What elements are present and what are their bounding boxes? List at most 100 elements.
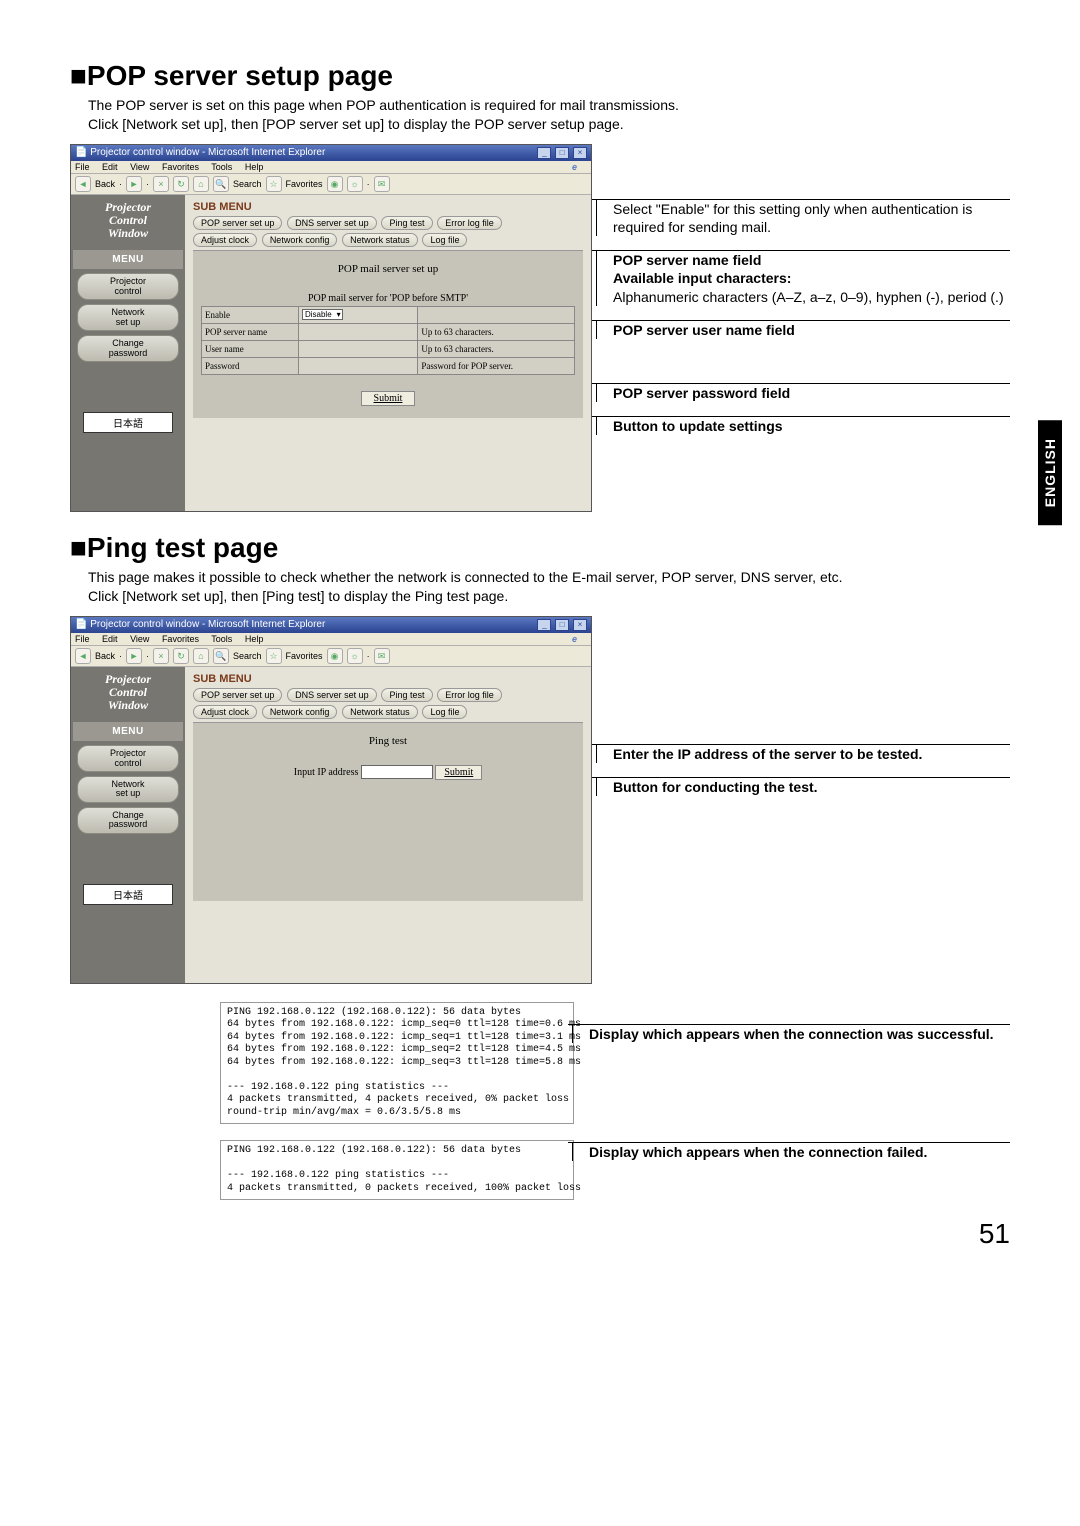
- window-controls: _ □ ×: [536, 619, 587, 631]
- content-area: SUB MENU POP server set up DNS server se…: [185, 195, 591, 511]
- tab-error-log[interactable]: Error log file: [437, 688, 502, 702]
- table-row: User name Up to 63 characters.: [202, 340, 575, 357]
- tab-ping-test[interactable]: Ping test: [381, 688, 432, 702]
- pop-panel-title: POP mail server set up: [201, 263, 575, 275]
- sidebar-item-network-setup[interactable]: Networkset up: [77, 304, 179, 331]
- enable-dropdown[interactable]: Disable: [302, 309, 343, 320]
- server-name-input[interactable]: [298, 323, 417, 340]
- ping-heading: ■Ping test page: [70, 532, 1010, 564]
- stop-icon[interactable]: ×: [153, 176, 169, 192]
- ping-intro: This page makes it possible to check whe…: [88, 568, 1010, 606]
- sidebar-item-change-password[interactable]: Changepassword: [77, 335, 179, 362]
- mail-icon[interactable]: ✉: [374, 648, 390, 664]
- tab-error-log[interactable]: Error log file: [437, 216, 502, 230]
- sidebar-item-change-password[interactable]: Changepassword: [77, 807, 179, 834]
- favorites-star-icon[interactable]: ☆: [266, 176, 282, 192]
- window-controls: _ □ ×: [536, 147, 587, 159]
- menu-favorites[interactable]: Favorites: [162, 162, 199, 172]
- search-icon[interactable]: 🔍: [213, 648, 229, 664]
- tab-dns-server[interactable]: DNS server set up: [287, 688, 377, 702]
- sidebar-menu-head: MENU: [73, 722, 183, 741]
- maximize-icon[interactable]: □: [555, 619, 569, 631]
- menu-edit[interactable]: Edit: [102, 634, 118, 644]
- tab-dns-server[interactable]: DNS server set up: [287, 216, 377, 230]
- back-icon[interactable]: ◄: [75, 176, 91, 192]
- tab-pop-server[interactable]: POP server set up: [193, 216, 282, 230]
- tab-ping-test[interactable]: Ping test: [381, 216, 432, 230]
- ping-output-success: PING 192.168.0.122 (192.168.0.122): 56 d…: [220, 1002, 574, 1125]
- favorites-star-icon[interactable]: ☆: [266, 648, 282, 664]
- sidebar-item-projector-control[interactable]: Projectorcontrol: [77, 745, 179, 772]
- home-icon[interactable]: ⌂: [193, 648, 209, 664]
- content-area: SUB MENU POP server set up DNS server se…: [185, 667, 591, 983]
- tab-network-status[interactable]: Network status: [342, 705, 418, 719]
- sidebar-language-button[interactable]: 日本語: [83, 884, 173, 905]
- tab-adjust-clock[interactable]: Adjust clock: [193, 705, 257, 719]
- mail-icon[interactable]: ✉: [374, 176, 390, 192]
- sidebar: ProjectorControlWindow MENU Projectorcon…: [71, 667, 185, 983]
- ie-menubar: File Edit View Favorites Tools Help e: [71, 633, 591, 646]
- server-name-label: POP server name: [202, 323, 299, 340]
- sidebar-item-network-setup[interactable]: Networkset up: [77, 776, 179, 803]
- tab-adjust-clock[interactable]: Adjust clock: [193, 233, 257, 247]
- tab-network-status[interactable]: Network status: [342, 233, 418, 247]
- refresh-icon[interactable]: ↻: [173, 648, 189, 664]
- media-icon[interactable]: ◉: [327, 648, 343, 664]
- menu-edit[interactable]: Edit: [102, 162, 118, 172]
- user-name-input[interactable]: [298, 340, 417, 357]
- ann-user-name: POP server user name field: [596, 320, 1010, 339]
- ping-screenshot: 📄 Projector control window - Microsoft I…: [70, 616, 592, 984]
- tab-pop-server[interactable]: POP server set up: [193, 688, 282, 702]
- tab-log-file[interactable]: Log file: [422, 233, 467, 247]
- search-icon[interactable]: 🔍: [213, 176, 229, 192]
- ping-submit-button[interactable]: Submit: [435, 765, 482, 780]
- menu-tools[interactable]: Tools: [211, 634, 232, 644]
- ip-address-label: Input IP address: [294, 767, 359, 778]
- back-icon[interactable]: ◄: [75, 648, 91, 664]
- pop-section-title: POP mail server for 'POP before SMTP': [201, 293, 575, 304]
- history-icon[interactable]: ☼: [347, 648, 363, 664]
- sidebar-item-projector-control[interactable]: Projectorcontrol: [77, 273, 179, 300]
- tab-network-config[interactable]: Network config: [262, 705, 338, 719]
- minimize-icon[interactable]: _: [537, 147, 551, 159]
- menu-view[interactable]: View: [130, 162, 149, 172]
- ann-password: POP server password field: [596, 383, 1010, 402]
- tab-network-config[interactable]: Network config: [262, 233, 338, 247]
- home-icon[interactable]: ⌂: [193, 176, 209, 192]
- minimize-icon[interactable]: _: [537, 619, 551, 631]
- table-row: POP server name Up to 63 characters.: [202, 323, 575, 340]
- pop-annotations: Select "Enable" for this setting only wh…: [598, 144, 1010, 450]
- forward-icon[interactable]: ►: [126, 176, 142, 192]
- password-input[interactable]: [298, 357, 417, 374]
- stop-icon[interactable]: ×: [153, 648, 169, 664]
- refresh-icon[interactable]: ↻: [173, 176, 189, 192]
- forward-icon[interactable]: ►: [126, 648, 142, 664]
- ie-toolbar: ◄Back · ► · × ↻ ⌂ 🔍Search ☆Favorites ◉ ☼…: [71, 646, 591, 667]
- ann-test-button: Button for conducting the test.: [596, 777, 1010, 796]
- menu-view[interactable]: View: [130, 634, 149, 644]
- ie-logo-icon: e: [572, 634, 577, 644]
- ie-titlebar: 📄 Projector control window - Microsoft I…: [71, 617, 591, 633]
- close-icon[interactable]: ×: [573, 147, 587, 159]
- menu-help[interactable]: Help: [245, 162, 264, 172]
- menu-file[interactable]: File: [75, 634, 90, 644]
- ann-enable: Select "Enable" for this setting only wh…: [596, 199, 1010, 236]
- submit-button[interactable]: Submit: [361, 391, 416, 406]
- password-label: Password: [202, 357, 299, 374]
- ping-panel-title: Ping test: [201, 735, 575, 747]
- ip-address-input[interactable]: [361, 765, 433, 779]
- history-icon[interactable]: ☼: [347, 176, 363, 192]
- menu-file[interactable]: File: [75, 162, 90, 172]
- user-name-label: User name: [202, 340, 299, 357]
- sidebar-logo: ProjectorControlWindow: [73, 673, 183, 713]
- menu-favorites[interactable]: Favorites: [162, 634, 199, 644]
- menu-tools[interactable]: Tools: [211, 162, 232, 172]
- sidebar-language-button[interactable]: 日本語: [83, 412, 173, 433]
- ie-menubar: File Edit View Favorites Tools Help e: [71, 161, 591, 174]
- tab-log-file[interactable]: Log file: [422, 705, 467, 719]
- menu-help[interactable]: Help: [245, 634, 264, 644]
- media-icon[interactable]: ◉: [327, 176, 343, 192]
- maximize-icon[interactable]: □: [555, 147, 569, 159]
- sidebar: ProjectorControlWindow MENU Projectorcon…: [71, 195, 185, 511]
- close-icon[interactable]: ×: [573, 619, 587, 631]
